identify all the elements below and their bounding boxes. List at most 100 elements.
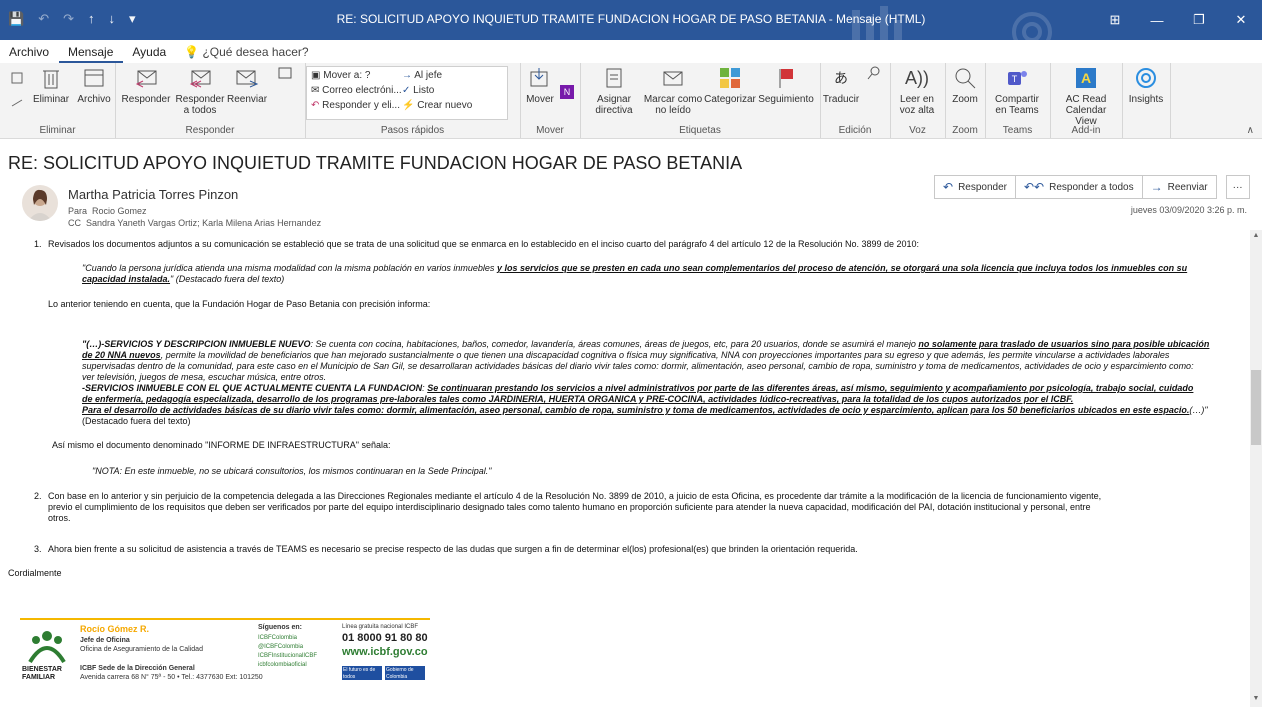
forward-action-label: Reenviar: [1167, 181, 1208, 193]
scroll-up-icon[interactable]: ▲: [1251, 232, 1261, 242]
ignore-button[interactable]: [10, 71, 24, 88]
social-link[interactable]: @ICBFColombia: [258, 643, 317, 652]
quick-steps-gallery[interactable]: ▣ Mover a: ? ✉ Correo electróni... ↶ Res…: [306, 66, 508, 120]
translate-button[interactable]: あ Traducir: [822, 65, 860, 106]
paragraph-4-line-2: previo el cumplimiento de los requisitos…: [48, 502, 1091, 512]
more-actions-button[interactable]: ···: [1225, 175, 1250, 199]
follow-up-button[interactable]: Seguimiento: [756, 65, 816, 105]
restore-button[interactable]: ❐: [1178, 0, 1220, 40]
archive-button[interactable]: Archivo: [74, 65, 114, 105]
social-links: ICBFColombia @ICBFColombia ICBFInstituci…: [258, 634, 317, 670]
closing: Cordialmente: [8, 568, 62, 578]
tab-archivo[interactable]: Archivo: [0, 45, 59, 63]
title-bar: 💾 ↶ ↷ ↑ ↓ ▾ RE: SOLICITUD APOYO INQUIETU…: [0, 0, 1262, 40]
mark-unread-icon: [660, 65, 686, 91]
message-actions: ↶ Responder ↶↶ Responder a todos → Reenviar…: [934, 175, 1250, 199]
categorize-icon: [717, 65, 743, 91]
read-aloud-button[interactable]: A)) Leer en voz alta: [894, 65, 940, 117]
quote-2-emphasis-4: de enfermería, pedagogía especializada, …: [82, 394, 1074, 404]
group-label-zoom: Zoom: [952, 125, 978, 136]
group-label-mover: Mover: [536, 125, 564, 136]
move-button[interactable]: Mover: [522, 65, 558, 105]
tab-ayuda[interactable]: Ayuda: [123, 45, 176, 63]
reply-all-action-label: Responder a todos: [1049, 181, 1134, 193]
ac-read-calendar-button[interactable]: A AC Read Calendar View: [1054, 65, 1118, 127]
heading-current-property: -SERVICIOS INMUEBLE CON EL QUE ACTUALMEN…: [82, 383, 423, 393]
email-subject: RE: SOLICITUD APOYO INQUIETUD TRAMITE FU…: [8, 153, 743, 173]
quickstep-label: Listo: [413, 85, 435, 96]
assign-policy-button[interactable]: Asignar directiva: [588, 65, 640, 116]
follow-label: Síguenos en:: [258, 624, 302, 631]
forward-action-button[interactable]: → Reenviar: [1141, 175, 1217, 199]
quote-2-text: : Se cuenta con cocina, habitaciones, ba…: [310, 339, 919, 349]
to-recipient[interactable]: Rocio Gomez: [92, 206, 147, 216]
forward-button[interactable]: Reenviar: [227, 65, 267, 105]
group-label-teams: Teams: [1002, 125, 1033, 136]
quote-3: "NOTA: En este inmueble, no se ubicará c…: [92, 466, 492, 476]
paragraph-4: Con base en lo anterior y sin perjuicio …: [48, 491, 1248, 524]
paragraph-1: Revisados los documentos adjuntos a su c…: [48, 239, 920, 249]
group-etiquetas: Asignar directiva Marcar como no leído C…: [580, 63, 821, 138]
quickstep-to-manager[interactable]: → Al jefe: [402, 70, 442, 81]
signature-name: Rocío Gómez R.: [80, 624, 150, 634]
quote-2-text-2: , permite la movilidad de beneficiarios …: [160, 350, 1170, 360]
quickstep-label: Correo electróni...: [322, 85, 402, 96]
close-button[interactable]: ✕: [1220, 0, 1262, 40]
logo-text: BIENESTAR FAMILIAR: [22, 666, 62, 681]
group-label-responder: Responder: [185, 125, 235, 136]
reply-action-button[interactable]: ↶ Responder: [934, 175, 1016, 199]
reply-all-button[interactable]: Responder a todos: [175, 65, 225, 116]
move-label: Mover: [526, 94, 554, 105]
reply-all-label: Responder a todos: [175, 94, 225, 116]
paragraph-4-line-1: Con base en lo anterior y sin perjuicio …: [48, 491, 1102, 501]
quickstep-label: Al jefe: [414, 70, 443, 81]
scroll-down-icon[interactable]: ▼: [1251, 695, 1261, 705]
heading-new-property: "(…)-SERVICIOS Y DESCRIPCION INMUEBLE NU…: [82, 339, 311, 349]
insights-icon: [1133, 65, 1159, 91]
ribbon-display-options-icon[interactable]: ⊞: [1094, 0, 1136, 40]
quickstep-create-new[interactable]: ⚡ Crear nuevo: [402, 100, 472, 111]
policy-icon: [601, 65, 627, 91]
ac-read-label: AC Read Calendar View: [1065, 94, 1107, 127]
reply-all-action-button[interactable]: ↶↶ Responder a todos: [1014, 175, 1143, 199]
group-addin: A AC Read Calendar View Add-in: [1050, 63, 1123, 138]
minimize-button[interactable]: —: [1136, 0, 1178, 40]
item-number: 2.: [34, 491, 42, 501]
mark-unread-button[interactable]: Marcar como no leído: [642, 65, 704, 116]
quickstep-reply-delete[interactable]: ↶ Responder y eli...: [311, 100, 400, 111]
tab-mensaje[interactable]: Mensaje: [59, 45, 124, 63]
vertical-scrollbar[interactable]: ▲ ▼: [1250, 230, 1262, 707]
social-link[interactable]: ICBFInstitucionalICBF: [258, 652, 317, 661]
cleanup-button[interactable]: [10, 96, 24, 113]
flag-icon: [773, 65, 799, 91]
email-signature: BIENESTAR FAMILIAR Rocío Gómez R. Jefe d…: [20, 618, 430, 690]
trash-icon: [38, 65, 64, 91]
cc-recipients[interactable]: Sandra Yaneth Vargas Ortiz; Karla Milena…: [86, 218, 321, 228]
sender-name[interactable]: Martha Patricia Torres Pinzon: [68, 187, 238, 202]
collapse-ribbon-icon[interactable]: ∧: [1247, 125, 1254, 136]
categorize-button[interactable]: Categorizar: [704, 65, 756, 105]
quote-1-emphasis: y los servicios que se presten en cada u…: [496, 263, 1188, 273]
share-teams-button[interactable]: T Compartir en Teams: [989, 65, 1045, 116]
delete-button[interactable]: Eliminar: [28, 65, 74, 105]
translate-label: Traducir: [822, 94, 860, 105]
reply-button[interactable]: Responder: [117, 65, 175, 105]
insights-button[interactable]: Insights: [1126, 65, 1166, 105]
social-link[interactable]: ICBFColombia: [258, 634, 317, 643]
quickstep-done[interactable]: ✓ Listo: [402, 85, 434, 96]
quickstep-move-to[interactable]: ▣ Mover a: ?: [311, 70, 370, 81]
group-eliminar: Eliminar Archivo Eliminar: [0, 63, 116, 138]
quickstep-email[interactable]: ✉ Correo electróni...: [311, 85, 402, 96]
zoom-button[interactable]: Zoom: [949, 65, 981, 105]
group-voz: A)) Leer en voz alta Voz: [890, 63, 946, 138]
scroll-thumb[interactable]: [1251, 370, 1261, 445]
find-button[interactable]: [864, 65, 884, 84]
paragraph-3: Así mismo el documento denominado "INFOR…: [52, 440, 391, 450]
quote-2-emphasis-5: Para el desarrollo de actividades básica…: [82, 405, 1190, 415]
social-link[interactable]: icbfcolombiaoficial: [258, 661, 317, 670]
website-link[interactable]: www.icbf.gov.co: [342, 646, 428, 658]
onenote-button[interactable]: N: [560, 85, 574, 102]
archive-label: Archivo: [77, 94, 111, 105]
reply-action-label: Responder: [958, 181, 1007, 193]
more-respond-button[interactable]: [270, 65, 300, 84]
